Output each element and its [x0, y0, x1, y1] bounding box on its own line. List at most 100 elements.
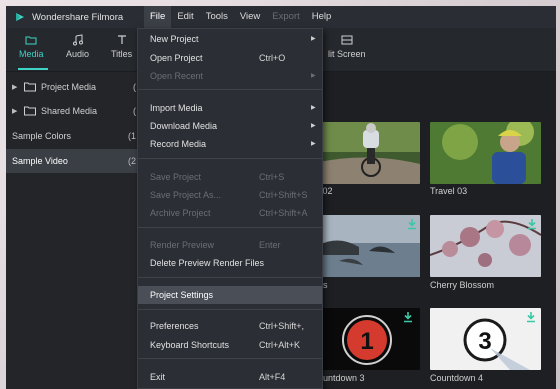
menu-item-delete-preview-render-files[interactable]: Delete Preview Render Files — [138, 254, 322, 272]
menu-item-project-settings[interactable]: Project Settings — [138, 286, 322, 304]
menu-item-preferences[interactable]: Preferences Ctrl+Shift+, — [138, 317, 322, 335]
menu-item-open-recent: Open Recent ▶ — [138, 67, 322, 85]
media-thumbnail[interactable]: 3 — [430, 308, 541, 370]
menu-bar: File Edit Tools View Export Help — [144, 6, 337, 28]
media-thumbnail[interactable]: 1 — [319, 308, 420, 370]
cherry-blossom-thumbnail — [430, 215, 541, 277]
menu-separator — [138, 358, 322, 359]
sidebar-item-count: (2 — [127, 156, 136, 166]
menu-item-exit[interactable]: Exit Alt+F4 — [138, 368, 322, 386]
download-icon[interactable] — [403, 311, 413, 323]
biker-helmet-thumbnail — [430, 122, 541, 184]
split-screen-icon — [341, 35, 353, 45]
file-menu-dropdown: New Project ▶ Open Project Ctrl+O Open R… — [137, 28, 323, 389]
expand-arrow-icon[interactable]: ▶ — [12, 83, 18, 91]
text-t-icon — [117, 35, 126, 44]
media-thumbnail[interactable] — [430, 215, 541, 277]
menu-item-label: Open Project — [150, 53, 203, 63]
menu-separator — [138, 158, 322, 159]
sidebar-item-count: ( — [133, 82, 136, 92]
sidebar-item-sample-colors[interactable]: Sample Colors (1 — [6, 124, 140, 148]
menu-view[interactable]: View — [234, 6, 266, 28]
media-caption: ountdown 3 — [318, 373, 365, 383]
menu-item-shortcut: Ctrl+S — [259, 172, 285, 182]
submenu-arrow-icon: ▶ — [311, 36, 316, 42]
sidebar-item-sample-video[interactable]: Sample Video (2 — [6, 149, 140, 173]
sidebar-item-label: Shared Media — [41, 106, 98, 116]
expand-arrow-icon[interactable]: ▶ — [12, 107, 18, 115]
active-tab-indicator — [18, 68, 48, 70]
menu-item-open-project[interactable]: Open Project Ctrl+O — [138, 49, 322, 67]
media-library-sidebar: ▶ Project Media ( ▶ Shared Media ( Sampl… — [6, 72, 140, 389]
menu-item-save-project-as: Save Project As... Ctrl+Shift+S — [138, 186, 322, 204]
download-icon[interactable] — [407, 218, 417, 230]
menu-tools[interactable]: Tools — [200, 6, 234, 28]
menu-item-save-project: Save Project Ctrl+S — [138, 168, 322, 186]
menu-item-label: Archive Project — [150, 208, 211, 218]
titles-tab[interactable]: Titles — [111, 34, 132, 68]
titles-tab-label: Titles — [111, 49, 133, 59]
menu-item-label: Record Media — [150, 139, 207, 149]
menu-separator — [138, 277, 322, 278]
menu-item-shortcut: Alt+F4 — [259, 372, 286, 382]
menu-item-label: Delete Preview Render Files — [150, 258, 265, 268]
menu-item-new-project[interactable]: New Project ▶ — [138, 30, 322, 48]
media-caption: Cherry Blossom — [430, 280, 495, 290]
menu-file[interactable]: File — [144, 6, 172, 28]
media-tab[interactable]: Media — [19, 34, 44, 68]
menu-item-label: Open Recent — [150, 71, 204, 81]
menu-edit[interactable]: Edit — [171, 6, 199, 28]
filmora-logo-icon — [16, 13, 24, 21]
islands-thumbnail — [319, 215, 420, 277]
audio-tab[interactable]: Audio — [66, 34, 89, 68]
title-bar: Wondershare Filmora File Edit Tools View… — [6, 6, 556, 28]
menu-export[interactable]: Export — [266, 6, 305, 28]
menu-help[interactable]: Help — [306, 6, 338, 28]
menu-item-label: Exit — [150, 372, 166, 382]
sidebar-item-shared-media[interactable]: ▶ Shared Media ( — [6, 99, 140, 123]
menu-separator — [138, 89, 322, 90]
menu-item-record-media[interactable]: Record Media ▶ — [138, 135, 322, 153]
menu-item-label: Preferences — [150, 321, 199, 331]
sidebar-item-label: Sample Colors — [12, 131, 72, 141]
menu-item-shortcut: Ctrl+Shift+S — [259, 190, 308, 200]
submenu-arrow-icon: ▶ — [311, 73, 316, 79]
menu-item-import-media[interactable]: Import Media ▶ — [138, 99, 322, 117]
menu-item-label: Project Settings — [150, 290, 214, 300]
media-thumbnail[interactable] — [319, 122, 420, 184]
split-screen-tab[interactable]: lit Screen — [328, 34, 366, 68]
sidebar-item-count: (1 — [127, 131, 136, 141]
menu-item-keyboard-shortcuts[interactable]: Keyboard Shortcuts Ctrl+Alt+K — [138, 336, 322, 354]
sidebar-item-label: Sample Video — [12, 156, 68, 166]
media-tab-label: Media — [19, 49, 44, 59]
sidebar-item-project-media[interactable]: ▶ Project Media ( — [6, 75, 140, 99]
menu-item-shortcut: Ctrl+Shift+, — [259, 321, 305, 331]
menu-separator — [138, 309, 322, 310]
submenu-arrow-icon: ▶ — [311, 105, 316, 111]
audio-tab-label: Audio — [66, 49, 90, 59]
menu-item-label: Import Media — [150, 103, 203, 113]
folder-icon — [24, 82, 36, 92]
cyclist-thumbnail — [319, 122, 420, 184]
menu-separator — [138, 227, 322, 228]
download-icon[interactable] — [527, 218, 537, 230]
split-screen-tab-label: lit Screen — [328, 49, 366, 59]
media-thumbnail[interactable] — [319, 215, 420, 277]
submenu-arrow-icon: ▶ — [311, 123, 316, 129]
media-thumbnail[interactable] — [430, 122, 541, 184]
menu-item-shortcut: Ctrl+Shift+A — [259, 208, 308, 218]
menu-item-label: Download Media — [150, 121, 218, 131]
menu-item-label: Save Project — [150, 172, 202, 182]
download-icon[interactable] — [526, 311, 536, 323]
media-caption: Countdown 4 — [430, 373, 484, 383]
menu-item-label: Keyboard Shortcuts — [150, 340, 230, 350]
menu-item-label: Save Project As... — [150, 190, 222, 200]
sidebar-item-label: Project Media — [41, 82, 97, 92]
menu-item-download-media[interactable]: Download Media ▶ — [138, 117, 322, 135]
countdown-3-thumbnail: 3 — [430, 308, 541, 370]
menu-item-label: New Project — [150, 34, 199, 44]
menu-item-render-preview: Render Preview Enter — [138, 236, 322, 254]
menu-item-shortcut: Ctrl+O — [259, 53, 286, 63]
music-note-icon — [72, 34, 83, 46]
sidebar-item-count: ( — [133, 106, 136, 116]
